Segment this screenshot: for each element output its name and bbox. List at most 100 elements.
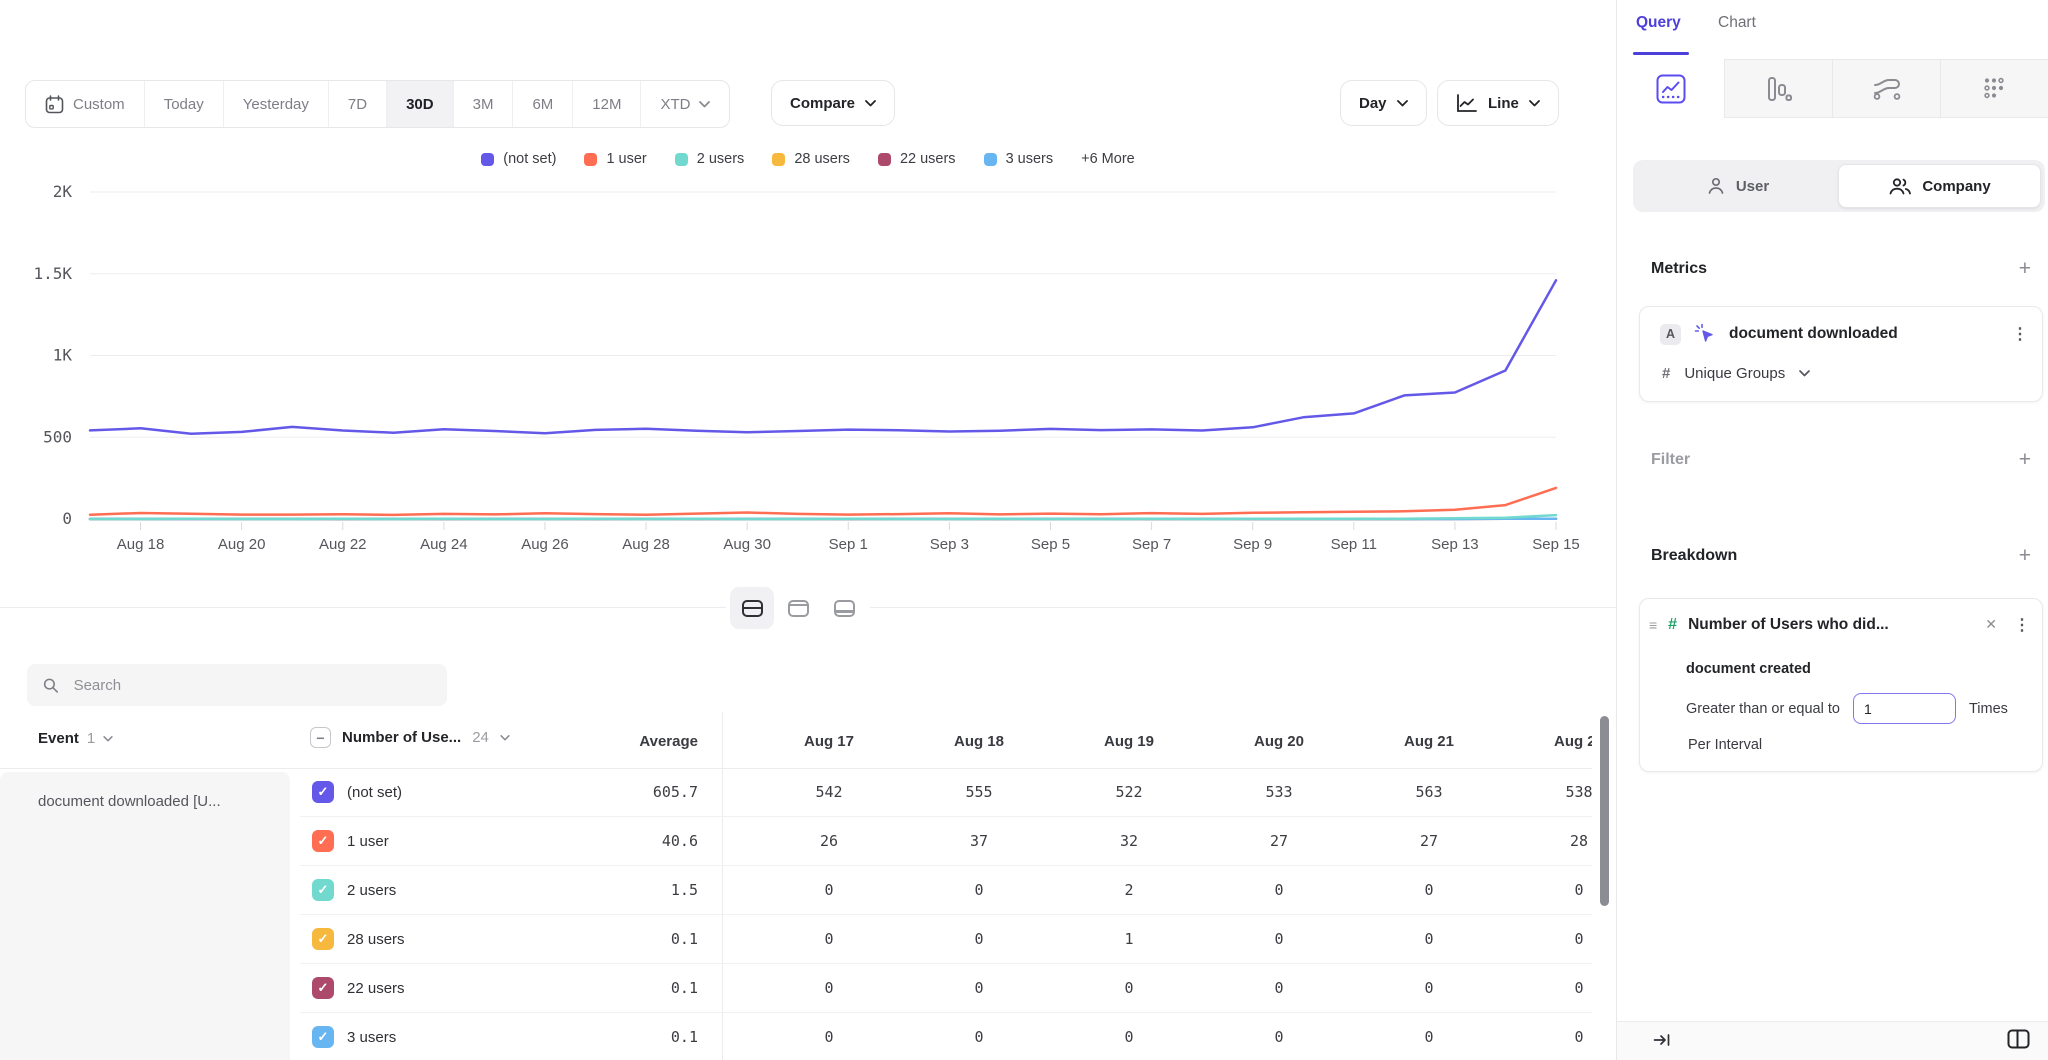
cell-value: 538	[1504, 783, 1592, 801]
search-input[interactable]	[72, 676, 431, 695]
table-row: 22 users0.1000000	[300, 964, 1592, 1013]
group-header-label: Number of Use...	[342, 729, 461, 746]
x-axis-label: Sep 3	[930, 536, 969, 553]
chevron-down-icon	[1397, 100, 1408, 107]
average-column-header[interactable]: Average	[540, 733, 698, 750]
line-chart: 05001K1.5K2KAug 18Aug 20Aug 22Aug 24Aug …	[0, 140, 1616, 560]
metric-measure: Unique Groups	[1684, 365, 1785, 382]
date-column-header[interactable]: Aug 22	[1504, 733, 1592, 750]
add-breakdown-button[interactable]	[2019, 545, 2031, 566]
series-average: 0.1	[671, 930, 722, 948]
user-icon	[1706, 176, 1726, 196]
range-label: Today	[164, 96, 204, 113]
range-6m[interactable]: 6M	[512, 81, 572, 127]
layout-chart-only-button[interactable]	[776, 587, 820, 629]
cell-value: 0	[904, 930, 1054, 948]
tab-chart[interactable]: Chart	[1718, 14, 1756, 32]
event-column-header[interactable]: Event 1	[38, 730, 113, 747]
range-label: XTD	[660, 96, 690, 113]
cell-value: 522	[1054, 783, 1204, 801]
line-chart-icon	[1456, 93, 1478, 113]
layout-split-button[interactable]	[730, 587, 774, 629]
bar-chart-icon	[1766, 75, 1792, 103]
chart-type-scatter[interactable]	[1940, 59, 2048, 118]
chart-type-flow[interactable]	[1832, 59, 1940, 118]
table-rows: (not set)605.75425555225335635381 user40…	[300, 768, 1592, 1060]
breakdown-menu-button[interactable]	[2014, 615, 2030, 635]
range-12m[interactable]: 12M	[572, 81, 640, 127]
chart-type-line[interactable]	[1617, 59, 1724, 118]
series-line	[90, 280, 1556, 433]
company-icon	[1888, 176, 1912, 196]
range-xtd[interactable]: XTD	[640, 81, 729, 127]
series-cell: 3 users0.1	[300, 1026, 722, 1048]
series-average: 605.7	[653, 783, 722, 801]
metric-card[interactable]: A document downloaded # Unique Groups	[1639, 306, 2043, 402]
x-axis-label: Sep 11	[1331, 536, 1377, 553]
range-yesterday[interactable]: Yesterday	[223, 81, 328, 127]
event-list-item[interactable]: document downloaded [U...	[38, 793, 221, 810]
range-7d[interactable]: 7D	[328, 81, 386, 127]
date-column-header[interactable]: Aug 20	[1204, 733, 1354, 750]
cell-value: 0	[904, 979, 1054, 997]
chevron-down-icon	[1529, 100, 1540, 107]
cell-value: 0	[1054, 1028, 1204, 1046]
series-checkbox[interactable]	[312, 977, 334, 999]
series-label: 2 users	[347, 882, 396, 899]
date-column-header[interactable]: Aug 19	[1054, 733, 1204, 750]
cell-value: 0	[1354, 979, 1504, 997]
table-scrollbar[interactable]	[1600, 716, 1609, 906]
indeterminate-checkbox[interactable]	[310, 727, 331, 748]
range-custom[interactable]: Custom	[26, 81, 144, 127]
cell-value: 533	[1204, 783, 1354, 801]
series-checkbox[interactable]	[312, 928, 334, 950]
tab-query[interactable]: Query	[1636, 14, 1681, 32]
series-average: 40.6	[662, 832, 722, 850]
date-column-header[interactable]: Aug 21	[1354, 733, 1504, 750]
collapse-panel-button[interactable]	[1653, 1032, 1670, 1053]
series-cell: 22 users0.1	[300, 977, 722, 999]
metric-measure-row[interactable]: # Unique Groups	[1662, 365, 1810, 382]
series-checkbox[interactable]	[312, 830, 334, 852]
date-column-header[interactable]: Aug 17	[754, 733, 904, 750]
scope-option-company[interactable]: Company	[1838, 164, 2041, 208]
range-today[interactable]: Today	[144, 81, 223, 127]
range-label: 30D	[406, 96, 434, 113]
close-icon[interactable]	[1985, 616, 1997, 634]
granularity-button[interactable]: Day	[1340, 80, 1427, 126]
breakdown-card: # Number of Users who did... document cr…	[1639, 598, 2043, 772]
drag-handle-icon[interactable]	[1649, 617, 1657, 633]
series-checkbox[interactable]	[312, 1026, 334, 1048]
cell-value: 0	[1504, 881, 1592, 899]
chart-type-button[interactable]: Line	[1437, 80, 1559, 126]
breakdown-condition[interactable]: Greater than or equal to	[1686, 701, 1840, 717]
series-cell: 28 users0.1	[300, 928, 722, 950]
metric-card-header: A document downloaded	[1660, 323, 2028, 345]
scope-option-user[interactable]: User	[1637, 164, 1838, 208]
series-values: 000000	[722, 1028, 1592, 1046]
range-label: Custom	[73, 96, 125, 113]
times-value-input[interactable]	[1853, 693, 1956, 724]
range-30d[interactable]: 30D	[386, 81, 453, 127]
add-metric-button[interactable]	[2019, 258, 2031, 279]
chevron-down-icon	[500, 735, 510, 741]
metric-menu-button[interactable]	[2012, 324, 2028, 344]
compare-button[interactable]: Compare	[771, 80, 895, 126]
split-pane-button[interactable]	[2007, 1029, 2030, 1054]
line-chart-icon	[1656, 74, 1686, 104]
breakdown-interval[interactable]: Per Interval	[1688, 737, 1762, 753]
chart-type-selector	[1617, 59, 2048, 118]
series-checkbox[interactable]	[312, 879, 334, 901]
add-filter-button[interactable]	[2019, 449, 2031, 470]
group-column-header[interactable]: Number of Use... 24	[310, 727, 510, 748]
series-label: 3 users	[347, 1029, 396, 1046]
breakdown-section-header: Breakdown	[1651, 545, 2031, 566]
search-icon	[43, 677, 59, 694]
layout-table-only-button[interactable]	[822, 587, 866, 629]
series-cell: 1 user40.6	[300, 830, 722, 852]
chart-type-bar[interactable]	[1724, 59, 1832, 118]
range-3m[interactable]: 3M	[453, 81, 513, 127]
date-column-header[interactable]: Aug 18	[904, 733, 1054, 750]
top-panel-icon	[788, 600, 809, 617]
series-checkbox[interactable]	[312, 781, 334, 803]
